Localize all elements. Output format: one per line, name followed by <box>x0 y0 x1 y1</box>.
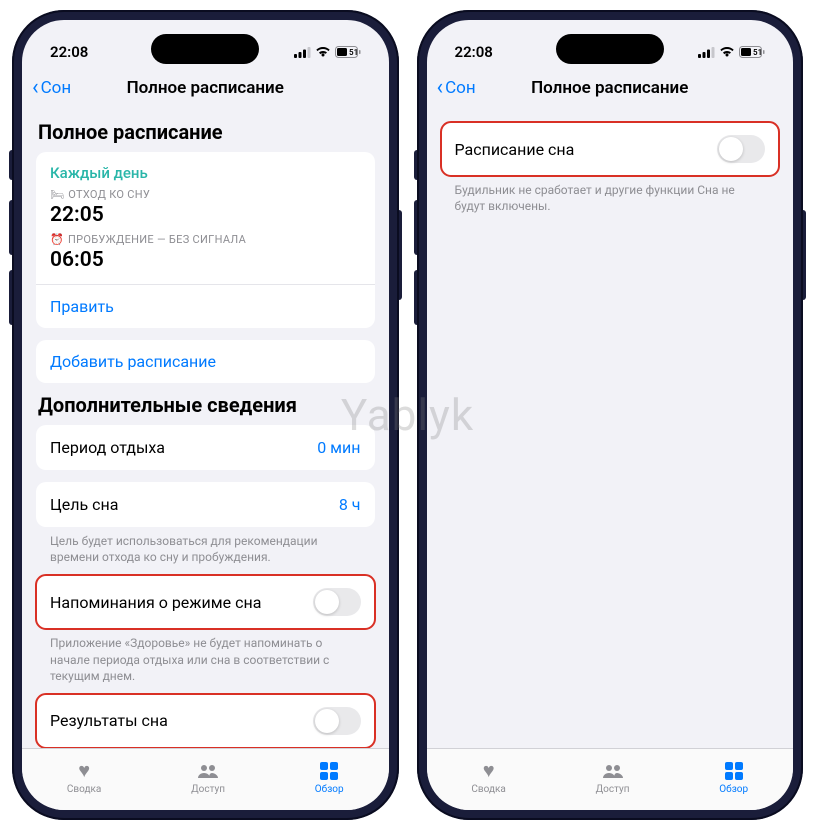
rest-period-value: 0 мин <box>317 438 360 457</box>
add-schedule-card: Добавить расписание <box>36 340 375 383</box>
phone-side-button <box>803 210 806 300</box>
tab-bar: ♥ Сводка Доступ Обзор <box>22 748 389 810</box>
signal-icon <box>698 47 715 58</box>
reminders-label: Напоминания о режиме сна <box>50 593 261 612</box>
heart-icon: ♥ <box>78 759 90 783</box>
back-label: Сон <box>445 78 476 98</box>
bed-icon: 🛏 <box>50 188 64 201</box>
grid-icon <box>320 759 338 783</box>
tab-summary[interactable]: ♥ Сводка <box>471 759 505 795</box>
rest-period-row[interactable]: Период отдыха 0 мин <box>36 425 375 470</box>
nav-title: Полное расписание <box>441 78 780 98</box>
schedule-toggle-row[interactable]: Расписание сна <box>441 122 780 176</box>
chevron-left-icon: ‹ <box>32 77 39 99</box>
sleep-goal-footer: Цель будет использоваться для рекомендац… <box>36 527 375 567</box>
results-label: Результаты сна <box>50 711 168 730</box>
heart-icon: ♥ <box>483 759 495 783</box>
add-schedule-button[interactable]: Добавить расписание <box>36 340 375 383</box>
nav-title: Полное расписание <box>36 78 375 98</box>
tab-browse[interactable]: Обзор <box>315 759 344 795</box>
battery-icon: 51 <box>335 46 361 58</box>
people-icon <box>602 759 624 783</box>
content-right[interactable]: Расписание сна Будильник не сработает и … <box>427 110 794 748</box>
schedule-toggle[interactable] <box>717 135 765 163</box>
status-indicators: 51 <box>294 46 361 58</box>
reminders-footer: Приложение «Здоровье» не будет напоминат… <box>36 629 375 686</box>
screen-right: 22:08 51 ‹ Сон Полное расписание Расписа… <box>427 20 794 810</box>
tab-browse-label: Обзор <box>315 784 344 795</box>
back-button[interactable]: ‹ Сон <box>32 77 71 99</box>
section-header-schedule: Полное расписание <box>36 110 375 152</box>
wake-label: ⏰ ПРОБУЖДЕНИЕ — БЕЗ СИГНАЛА <box>50 233 361 246</box>
bedtime-time: 22:05 <box>50 203 361 227</box>
dynamic-island <box>556 34 664 64</box>
grid-icon <box>725 759 743 783</box>
screen-left: 22:08 51 ‹ Сон Полное расписание Полное … <box>22 20 389 810</box>
tab-summary[interactable]: ♥ Сводка <box>67 759 101 795</box>
status-time: 22:08 <box>50 43 88 61</box>
schedule-toggle-footer: Будильник не сработает и другие функции … <box>441 176 780 216</box>
signal-icon <box>294 47 311 58</box>
sleep-goal-row[interactable]: Цель сна 8 ч <box>36 482 375 527</box>
wake-time: 06:05 <box>50 248 361 272</box>
phone-side-button <box>399 210 402 300</box>
phone-left: 22:08 51 ‹ Сон Полное расписание Полное … <box>12 10 399 820</box>
back-button[interactable]: ‹ Сон <box>437 77 476 99</box>
tab-browse[interactable]: Обзор <box>719 759 748 795</box>
schedule-days: Каждый день <box>50 164 361 182</box>
schedule-toggle-label: Расписание сна <box>455 140 575 159</box>
wake-label-text: ПРОБУЖДЕНИЕ — БЕЗ СИГНАЛА <box>68 233 246 246</box>
reminders-toggle[interactable] <box>313 588 361 616</box>
svg-text:51: 51 <box>753 48 762 57</box>
dynamic-island <box>151 34 259 64</box>
tab-sharing[interactable]: Доступ <box>191 759 225 795</box>
tab-summary-label: Сводка <box>471 784 505 795</box>
status-time: 22:08 <box>455 43 493 61</box>
tab-browse-label: Обзор <box>719 784 748 795</box>
results-toggle[interactable] <box>313 707 361 735</box>
alarm-icon: ⏰ <box>50 233 64 246</box>
section-header-details: Дополнительные сведения <box>36 383 375 425</box>
schedule-card: Каждый день 🛏 ОТХОД КО СНУ 22:05 ⏰ ПРОБУ… <box>36 152 375 328</box>
bedtime-label-text: ОТХОД КО СНУ <box>68 188 150 201</box>
tab-sharing-label: Доступ <box>596 784 630 795</box>
sleep-goal-label: Цель сна <box>50 495 118 514</box>
reminders-row[interactable]: Напоминания о режиме сна <box>36 575 375 629</box>
svg-text:51: 51 <box>349 48 358 57</box>
tab-sharing-label: Доступ <box>191 784 225 795</box>
back-label: Сон <box>41 78 72 98</box>
tab-bar: ♥ Сводка Доступ Обзор <box>427 748 794 810</box>
people-icon <box>197 759 219 783</box>
bedtime-label: 🛏 ОТХОД КО СНУ <box>50 188 361 201</box>
tab-summary-label: Сводка <box>67 784 101 795</box>
sleep-goal-value: 8 ч <box>339 495 361 514</box>
wifi-icon <box>719 46 735 58</box>
edit-button[interactable]: Править <box>36 285 375 328</box>
status-indicators: 51 <box>698 46 765 58</box>
phone-right: 22:08 51 ‹ Сон Полное расписание Расписа… <box>417 10 804 820</box>
battery-icon: 51 <box>739 46 765 58</box>
wifi-icon <box>315 46 331 58</box>
content-left[interactable]: Полное расписание Каждый день 🛏 ОТХОД КО… <box>22 110 389 748</box>
chevron-left-icon: ‹ <box>437 77 444 99</box>
results-row[interactable]: Результаты сна <box>36 694 375 748</box>
nav-bar: ‹ Сон Полное расписание <box>22 68 389 110</box>
rest-period-label: Период отдыха <box>50 438 165 457</box>
tab-sharing[interactable]: Доступ <box>596 759 630 795</box>
nav-bar: ‹ Сон Полное расписание <box>427 68 794 110</box>
